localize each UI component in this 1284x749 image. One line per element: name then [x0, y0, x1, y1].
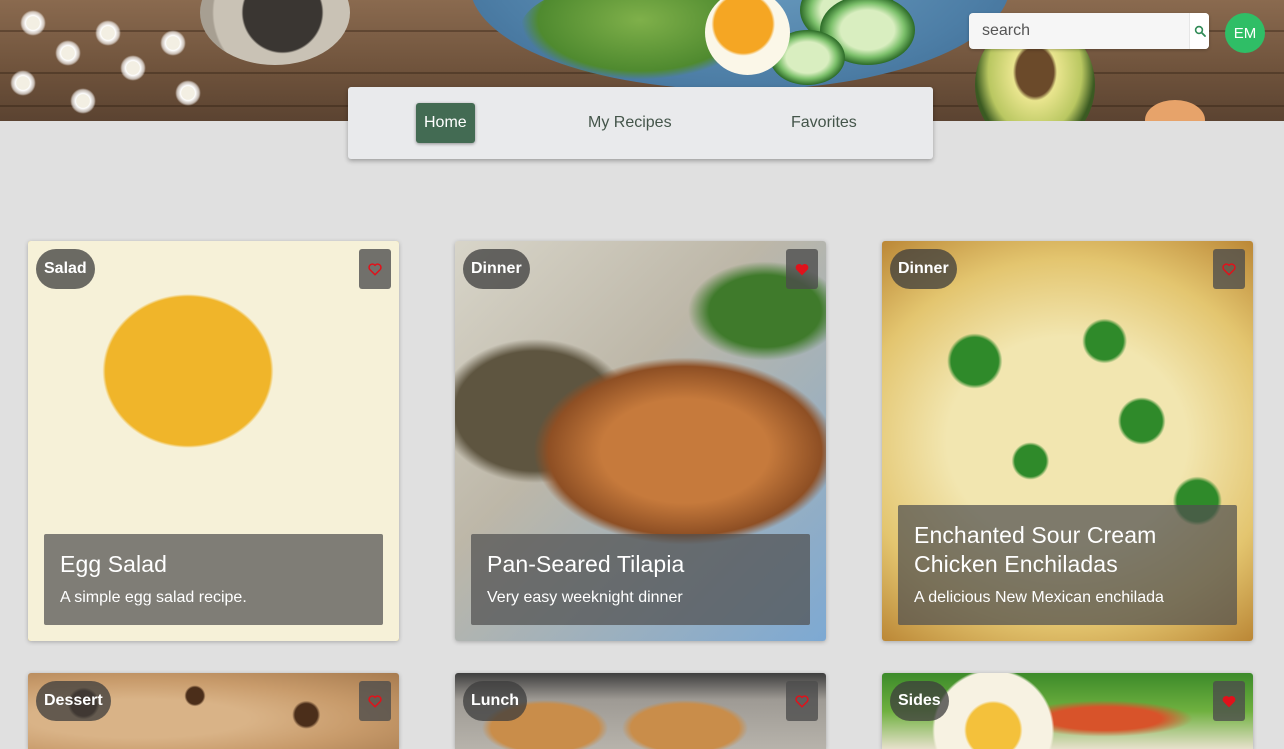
recipe-info: Enchanted Sour Cream Chicken Enchiladas … — [898, 505, 1237, 625]
recipe-card[interactable]: Salad Egg Salad A simple egg salad recip… — [28, 241, 399, 641]
nav-my-recipes[interactable]: My Recipes — [588, 103, 672, 143]
heart-outline-icon — [368, 262, 382, 276]
heart-filled-icon — [795, 263, 809, 275]
search-button[interactable] — [1189, 13, 1209, 49]
recipe-card[interactable]: Sides — [882, 673, 1253, 749]
heart-outline-icon — [1222, 262, 1236, 276]
main-nav: Home My Recipes Favorites — [348, 87, 933, 159]
recipe-title: Enchanted Sour Cream Chicken Enchiladas — [914, 522, 1157, 577]
category-badge: Lunch — [463, 681, 527, 721]
category-badge: Sides — [890, 681, 949, 721]
favorite-button[interactable] — [786, 249, 818, 289]
category-badge: Dinner — [463, 249, 530, 289]
category-badge: Dinner — [890, 249, 957, 289]
category-badge: Salad — [36, 249, 95, 289]
recipe-title: Pan-Seared Tilapia — [487, 551, 685, 577]
recipe-info: Egg Salad A simple egg salad recipe. — [44, 534, 383, 625]
favorite-button[interactable] — [1213, 249, 1245, 289]
category-badge: Dessert — [36, 681, 111, 721]
favorite-button[interactable] — [359, 249, 391, 289]
favorite-button[interactable] — [359, 681, 391, 721]
recipe-description: Very easy weeknight dinner — [487, 589, 683, 606]
recipe-description: A simple egg salad recipe. — [60, 589, 247, 606]
recipe-card[interactable]: Dinner Enchanted Sour Cream Chicken Ench… — [882, 241, 1253, 641]
favorite-button[interactable] — [1213, 681, 1245, 721]
heart-outline-icon — [368, 694, 382, 708]
recipe-description: A delicious New Mexican enchilada — [914, 589, 1164, 606]
nav-home[interactable]: Home — [416, 103, 475, 143]
search-box — [969, 13, 1209, 49]
recipe-card[interactable]: Dinner Pan-Seared Tilapia Very easy week… — [455, 241, 826, 641]
favorite-button[interactable] — [786, 681, 818, 721]
heart-outline-icon — [795, 694, 809, 708]
user-avatar[interactable]: EM — [1225, 13, 1265, 53]
recipe-info: Pan-Seared Tilapia Very easy weeknight d… — [471, 534, 810, 625]
recipe-card[interactable]: Lunch — [455, 673, 826, 749]
search-icon — [1194, 25, 1206, 37]
recipe-title: Egg Salad — [60, 551, 168, 577]
search-input[interactable] — [969, 13, 1189, 49]
nav-favorites[interactable]: Favorites — [791, 103, 857, 143]
recipe-card[interactable]: Dessert — [28, 673, 399, 749]
heart-filled-icon — [1222, 695, 1236, 707]
